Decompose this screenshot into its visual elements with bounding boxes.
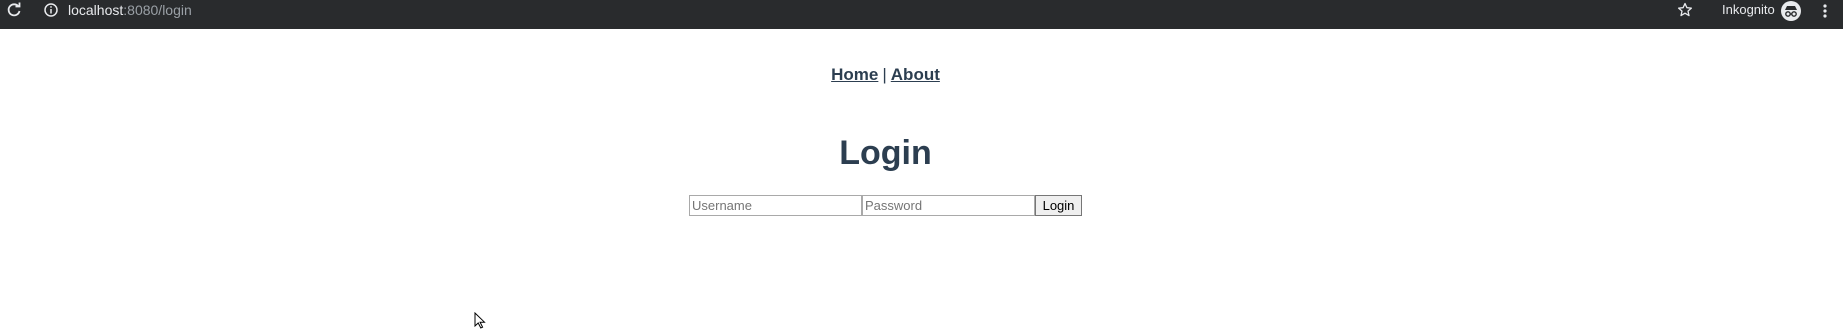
browser-toolbar: localhost:8080/login Inkognito [0,0,1843,29]
incognito-label: Inkognito [1722,2,1775,17]
reload-icon[interactable] [5,1,23,19]
login-form: Login [689,195,1082,216]
more-menu-icon[interactable] [1817,1,1833,21]
url-host: localhost [68,2,124,18]
password-input[interactable] [862,195,1035,216]
incognito-icon[interactable] [1781,1,1801,21]
nav-separator: | [882,65,887,84]
username-input[interactable] [689,195,862,216]
mouse-cursor-icon [474,312,486,329]
bookmark-star-icon[interactable] [1676,1,1694,19]
url-path: :8080/login [123,2,192,18]
page-title: Login [839,134,932,172]
main-nav: Home | About [0,64,1771,86]
address-bar[interactable]: localhost:8080/login [68,2,192,18]
nav-link-about[interactable]: About [891,65,940,84]
login-button[interactable]: Login [1035,195,1082,216]
site-info-icon[interactable] [43,2,59,18]
nav-link-home[interactable]: Home [831,65,878,84]
